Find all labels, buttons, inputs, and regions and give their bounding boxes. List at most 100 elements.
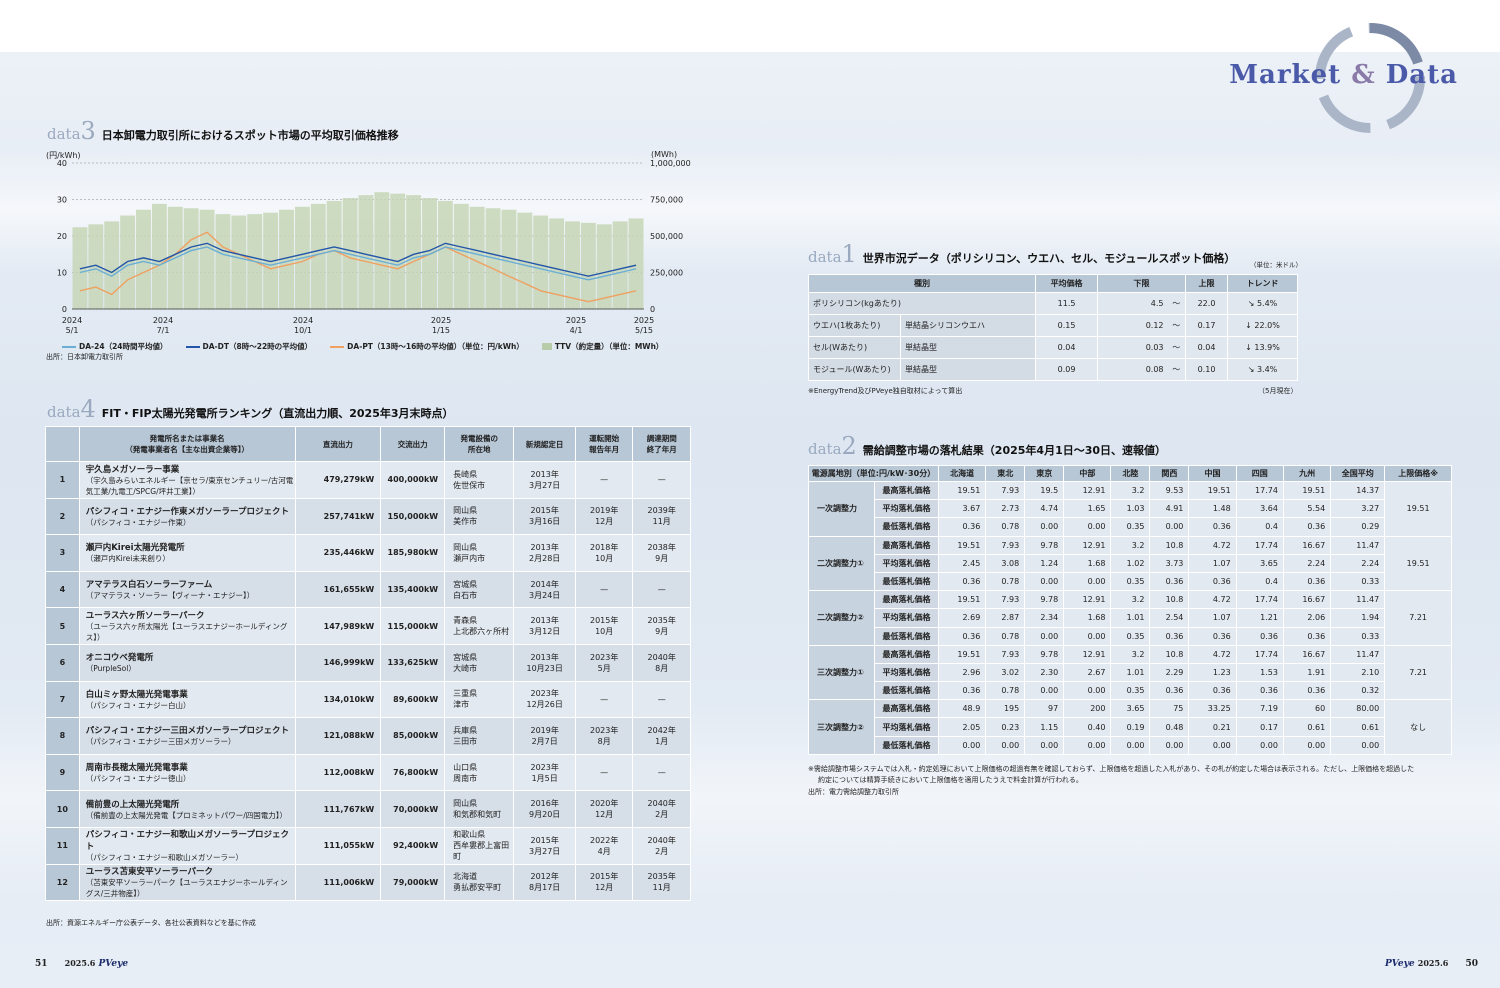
price-cell: 4.74 xyxy=(1024,499,1065,519)
price-cell: 0.35 xyxy=(1110,626,1151,646)
table-row: 二次調整力② 最高落札価格 19.51 7.93 9.78 12.91 3.2 10.8 4.7… xyxy=(808,590,1452,646)
ttv-bar xyxy=(533,215,549,309)
trend-cell: ↘ 5.4% xyxy=(1227,292,1298,315)
ac-output-cell: 150,000kW xyxy=(380,497,446,536)
price-cell: 1.23 xyxy=(1188,662,1237,683)
cert-date-cell: 2023年 12月26日 xyxy=(513,680,576,719)
op-start-cell: 2022年 4月 xyxy=(574,826,634,865)
op-start-cell: 2023年 8月 xyxy=(574,717,634,755)
price-cell: 17.74 xyxy=(1235,644,1284,664)
price-cell: 1.02 xyxy=(1110,553,1151,573)
dc-output-cell: 111,055kW xyxy=(294,826,382,865)
ttv-bar xyxy=(437,200,453,309)
tilde-cell: 〜 xyxy=(1167,314,1186,337)
legend-bar-swatch xyxy=(541,343,552,350)
upper-limit-cell: 7.21 xyxy=(1384,590,1452,646)
price-cell: 1.15 xyxy=(1024,717,1065,737)
price-cell: 10.8 xyxy=(1149,644,1190,664)
table-row: 4 アマテラス白石ソーラーファーム （アマテラス・ソーラー【ヴィーナ・エナジー】） 1… xyxy=(45,570,691,609)
end-date-cell: — xyxy=(632,461,691,499)
subkind-cell: 単結晶シリコンウエハ xyxy=(899,314,1037,337)
ac-output-cell: 92,400kW xyxy=(380,826,446,865)
legend-item: DA-PT（13時〜16時の平均値）（単位：円/kWh） xyxy=(330,341,524,352)
price-cell: 1.01 xyxy=(1110,662,1151,683)
x-tick-year: 2025 xyxy=(566,316,586,325)
ttv-bar xyxy=(628,218,644,309)
dc-output-cell: 147,989kW xyxy=(294,607,382,645)
price-cell: 200 xyxy=(1063,699,1112,719)
end-date-cell: 2040年 2月 xyxy=(632,790,691,828)
legend-label: DA-24（24時間平均値） xyxy=(79,342,168,351)
price-cell: 3.27 xyxy=(1330,499,1386,519)
price-cell: 2.24 xyxy=(1282,553,1332,573)
table-row: 平均落札価格 2.05 0.23 1.15 0.40 0.19 0.48 0.21 0.17 0.… xyxy=(809,717,1452,737)
rank-cell: 6 xyxy=(45,643,80,682)
trend-cell: ↓ 13.9% xyxy=(1227,336,1298,359)
upper-limit-cell: 7.21 xyxy=(1384,644,1452,701)
subkind-cell: 単結晶型 xyxy=(899,358,1037,381)
op-start-cell: — xyxy=(574,570,634,609)
brand-market: Market xyxy=(1229,60,1342,90)
end-date-cell: 2035年 11月 xyxy=(632,863,691,902)
price-cell: 12.91 xyxy=(1063,644,1112,664)
upper-limit-cell: なし xyxy=(1384,699,1452,755)
brand-title: Market & Data xyxy=(1229,60,1458,90)
price-cell: 0.00 xyxy=(1063,517,1112,537)
op-start-cell: — xyxy=(574,461,634,499)
top-white-band xyxy=(0,0,1500,52)
price-cell: 2.73 xyxy=(985,499,1026,519)
price-cell: 97 xyxy=(1024,699,1065,719)
end-date-cell: — xyxy=(632,753,691,792)
cert-date-cell: 2014年 3月24日 xyxy=(513,570,576,609)
price-cell: 0.29 xyxy=(1330,517,1386,537)
price-cell: 1.24 xyxy=(1024,553,1065,573)
price-cell: 0.40 xyxy=(1063,717,1112,737)
end-date-cell: 2040年 8月 xyxy=(632,643,691,682)
t4-header-0 xyxy=(45,426,80,462)
price-cell: 0.36 xyxy=(1282,681,1332,701)
ttv-bar xyxy=(231,215,247,309)
table-row: 最低落札価格 0.36 0.78 0.00 0.00 0.35 0.36 0.36 0.36 0.… xyxy=(809,626,1452,646)
price-cell: 0.17 xyxy=(1235,717,1284,737)
table-row: 二次調整力① 最高落札価格 19.51 7.93 9.78 12.91 3.2 10.8 4.7… xyxy=(808,535,1452,592)
price-cell: 11.47 xyxy=(1330,535,1386,555)
table-row: 三次調整力② 最高落札価格 48.9 195 97 200 3.65 75 33.25 7.19 6… xyxy=(808,699,1452,755)
legend-label: DA-DT（8時〜22時の平均値） xyxy=(202,342,313,351)
price-cell: 2.96 xyxy=(937,662,987,683)
ttv-bar xyxy=(199,209,215,309)
ttv-bar xyxy=(580,222,596,309)
price-cell: 1.68 xyxy=(1063,553,1112,573)
price-cell: 10.8 xyxy=(1149,590,1190,610)
price-cell: 0.78 xyxy=(985,517,1026,537)
legend-line-swatch xyxy=(330,345,345,348)
t1-header-low: 下限 xyxy=(1097,274,1186,293)
price-cell: 0.35 xyxy=(1110,517,1151,537)
trend-cell: ↓ 22.0% xyxy=(1227,314,1298,337)
t2-header-6: 北陸 xyxy=(1110,465,1151,482)
price-cell: 5.54 xyxy=(1282,499,1332,519)
rank-cell: 9 xyxy=(45,753,80,792)
x-tick-date: 1/15 xyxy=(432,326,450,335)
t2-header-12: 上限価格※ xyxy=(1384,465,1452,482)
price-cell: 0.00 xyxy=(985,735,1026,755)
cert-date-cell: 2013年 3月27日 xyxy=(513,461,576,499)
end-date-cell: — xyxy=(632,570,691,609)
location-cell: 青森県 上北郡六ヶ所村 xyxy=(444,607,515,645)
end-date-cell: 2038年 9月 xyxy=(632,534,691,572)
location-cell: 北海道 勇払郡安平町 xyxy=(444,863,515,902)
dc-output-cell: 112,008kW xyxy=(294,753,382,792)
table-row: 7 白山ミヶ野太陽光発電事業 （パシフィコ・エナジー白山） 134,010kW 89,6… xyxy=(45,680,691,719)
location-cell: 長崎県 佐世保市 xyxy=(444,461,515,499)
price-cell: 0.36 xyxy=(937,626,987,646)
ranking-table: 発電所名または事業名 （発電事業者名【主な出資企業等】） 直流出力 交流出力 発電設備の… xyxy=(45,426,691,902)
price-cell: 2.87 xyxy=(985,608,1026,628)
ac-output-cell: 85,000kW xyxy=(380,717,446,755)
table-row: 三次調整力① 最高落札価格 19.51 7.93 9.78 12.91 3.2 10.8 4.7… xyxy=(808,644,1452,701)
ttv-bar xyxy=(374,192,390,309)
price-cell: 0.00 xyxy=(1063,626,1112,646)
rank-cell: 2 xyxy=(45,497,80,536)
plant-name-cell: 周南市長穂太陽光発電事業 （パシフィコ・エナジー徳山） xyxy=(78,753,296,792)
table-row: 6 オニコウベ発電所 （PurpleSol） 146,999kW 133,625kW 宮城… xyxy=(45,643,691,682)
tilde-cell: 〜 xyxy=(1167,336,1186,359)
location-cell: 岡山県 美作市 xyxy=(444,497,515,536)
